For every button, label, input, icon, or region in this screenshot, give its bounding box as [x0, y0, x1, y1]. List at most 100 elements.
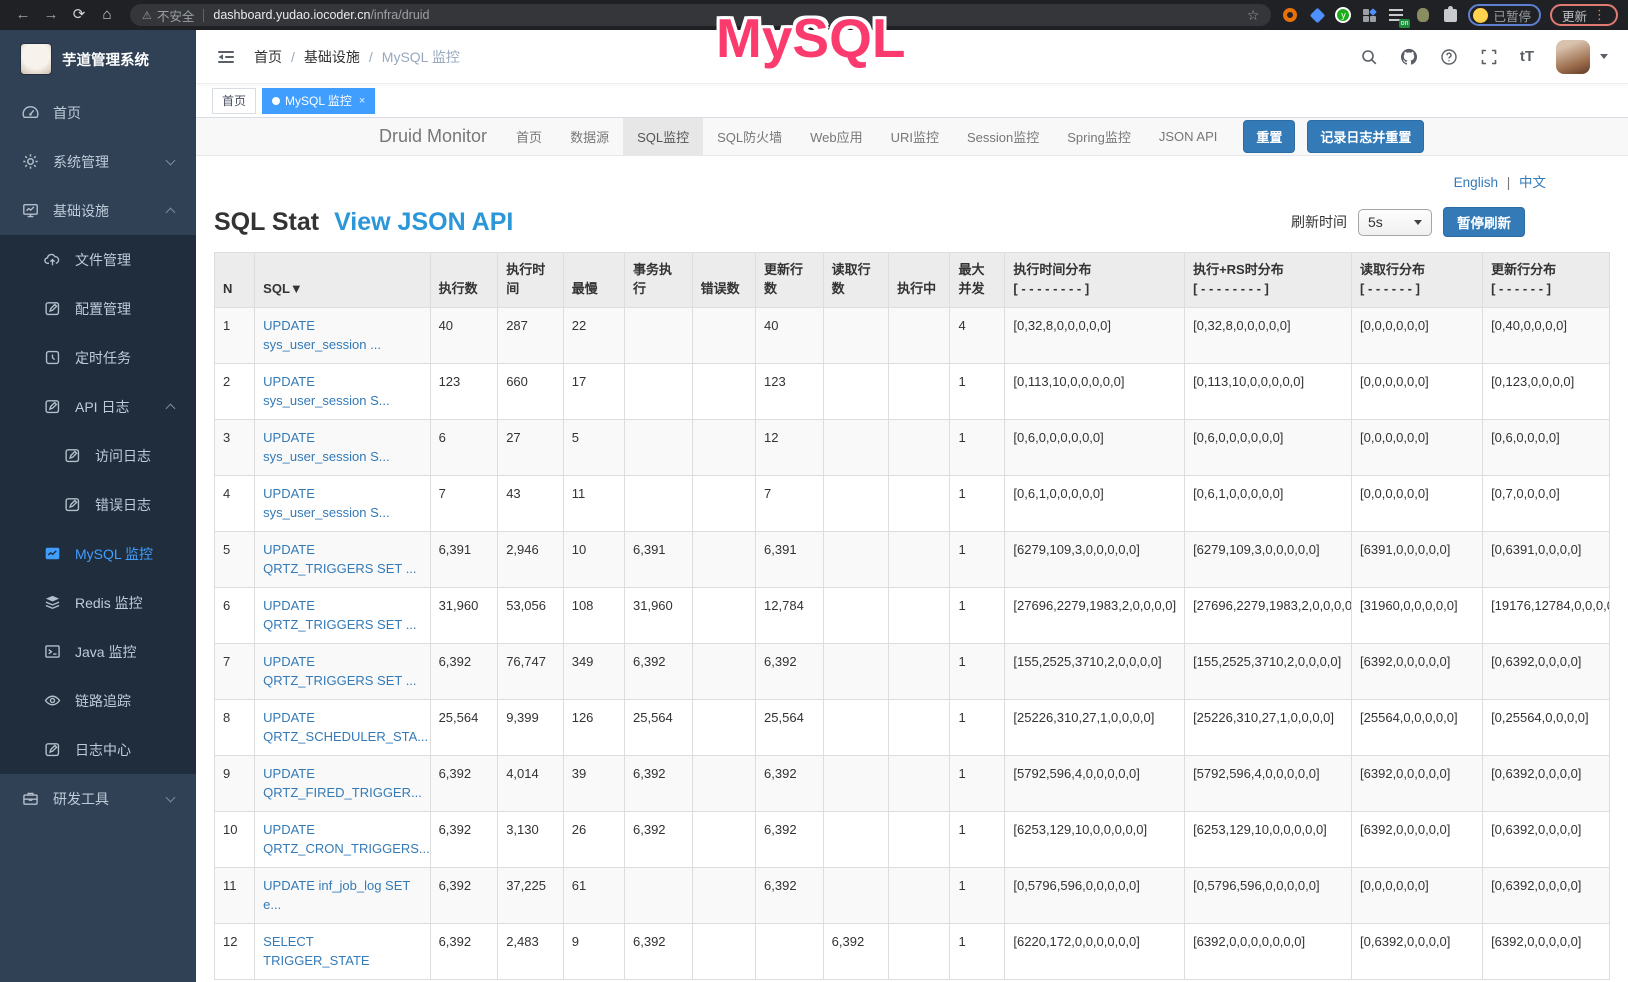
- druid-nav-datasource[interactable]: 数据源: [556, 118, 623, 155]
- app-logo[interactable]: 芋道管理系统: [0, 30, 196, 88]
- sql-link[interactable]: UPDATE inf_job_log SET e...: [263, 878, 410, 913]
- tab-mysql-monitor[interactable]: MySQL 监控 ×: [262, 88, 375, 114]
- extension-squares-icon[interactable]: [1360, 6, 1378, 24]
- github-icon[interactable]: [1400, 48, 1418, 66]
- column-header[interactable]: 执行时间: [498, 253, 564, 308]
- bookmark-star-icon[interactable]: ☆: [1247, 7, 1260, 24]
- breadcrumb-home[interactable]: 首页: [254, 47, 282, 67]
- browser-forward-icon[interactable]: →: [38, 0, 64, 30]
- druid-brand[interactable]: Druid Monitor: [364, 126, 502, 147]
- sidebar-item-java-monitor[interactable]: Java 监控: [0, 627, 196, 676]
- cell-time: 660: [498, 363, 564, 419]
- cell-d2: [0,113,10,0,0,0,0,0]: [1185, 363, 1352, 419]
- column-header[interactable]: 最慢: [563, 253, 624, 308]
- sidebar-item-error-log[interactable]: 错误日志: [0, 480, 196, 529]
- column-header[interactable]: 执行中: [889, 253, 950, 308]
- log-and-reset-button[interactable]: 记录日志并重置: [1307, 120, 1424, 153]
- column-header[interactable]: 执行+RS时分布[ - - - - - - - - ]: [1185, 253, 1352, 308]
- sidebar-item-mysql-monitor[interactable]: MySQL 监控: [0, 529, 196, 578]
- lang-chinese-link[interactable]: 中文: [1519, 175, 1546, 190]
- column-header[interactable]: 事务执行: [625, 253, 693, 308]
- column-header[interactable]: 读取行数: [823, 253, 889, 308]
- cell-d1: [6253,129,10,0,0,0,0,0]: [1005, 811, 1185, 867]
- sidebar-item-file-management[interactable]: 文件管理: [0, 235, 196, 284]
- column-header[interactable]: SQL▼: [255, 253, 430, 308]
- sidebar-item-home[interactable]: 首页: [0, 88, 196, 137]
- druid-nav-sql-firewall[interactable]: SQL防火墙: [703, 118, 796, 155]
- sidebar-item-config-management[interactable]: 配置管理: [0, 284, 196, 333]
- extensions-puzzle-icon[interactable]: [1441, 6, 1459, 24]
- sql-link[interactable]: UPDATE QRTZ_TRIGGERS SET ...: [263, 542, 416, 577]
- column-header[interactable]: 最大并发: [950, 253, 1005, 308]
- address-bar[interactable]: ⚠ 不安全 dashboard.yudao.iocoder.cn/infra/d…: [130, 4, 1271, 26]
- refresh-interval-select[interactable]: 5s: [1358, 209, 1432, 236]
- cell-conc: 1: [950, 811, 1005, 867]
- avatar-caret-down-icon[interactable]: [1600, 54, 1608, 59]
- pause-refresh-button[interactable]: 暂停刷新: [1443, 207, 1525, 237]
- sql-link[interactable]: UPDATE QRTZ_SCHEDULER_STA...: [263, 710, 428, 745]
- browser-home-icon[interactable]: ⌂: [94, 0, 120, 30]
- user-avatar[interactable]: [1556, 40, 1590, 74]
- druid-nav-spring-monitor[interactable]: Spring监控: [1053, 118, 1145, 155]
- sql-link[interactable]: UPDATE QRTZ_TRIGGERS SET ...: [263, 598, 416, 633]
- extension-list-icon[interactable]: on: [1387, 6, 1405, 24]
- font-size-icon[interactable]: tT: [1520, 48, 1534, 65]
- druid-nav-home[interactable]: 首页: [502, 118, 556, 155]
- help-icon[interactable]: [1440, 48, 1458, 66]
- lang-english-link[interactable]: English: [1454, 175, 1498, 190]
- cell-n: 10: [215, 811, 255, 867]
- profile-chip[interactable]: 已暂停: [1468, 4, 1541, 26]
- extension-monkey-icon[interactable]: [1414, 6, 1432, 24]
- browser-back-icon[interactable]: ←: [10, 0, 36, 30]
- column-header[interactable]: 执行数: [430, 253, 498, 308]
- sidebar-item-log-center[interactable]: 日志中心: [0, 725, 196, 774]
- sidebar-item-infrastructure[interactable]: 基础设施: [0, 186, 196, 235]
- extension-gem-icon[interactable]: [1308, 6, 1326, 24]
- cell-d2: [0,32,8,0,0,0,0,0]: [1185, 307, 1352, 363]
- cell-d1: [0,32,8,0,0,0,0,0]: [1005, 307, 1185, 363]
- column-header[interactable]: 错误数: [692, 253, 755, 308]
- column-header[interactable]: N: [215, 253, 255, 308]
- column-header[interactable]: 更新行分布[ - - - - - - ]: [1483, 253, 1610, 308]
- reset-button[interactable]: 重置: [1243, 120, 1295, 153]
- sql-link[interactable]: UPDATE QRTZ_FIRED_TRIGGER...: [263, 766, 422, 801]
- druid-nav-uri-monitor[interactable]: URI监控: [877, 118, 953, 155]
- cell-err: [692, 811, 755, 867]
- search-icon[interactable]: [1360, 48, 1378, 66]
- sql-link[interactable]: UPDATE QRTZ_TRIGGERS SET ...: [263, 654, 416, 689]
- sidebar-item-tracing[interactable]: 链路追踪: [0, 676, 196, 725]
- breadcrumb-infrastructure[interactable]: 基础设施: [304, 47, 360, 67]
- sidebar-item-access-log[interactable]: 访问日志: [0, 431, 196, 480]
- column-header[interactable]: 更新行数: [756, 253, 824, 308]
- tab-close-icon[interactable]: ×: [359, 95, 365, 107]
- sidebar-item-api-logs[interactable]: API 日志: [0, 382, 196, 431]
- druid-nav-web-app[interactable]: Web应用: [796, 118, 877, 155]
- view-json-api-link[interactable]: View JSON API: [334, 208, 513, 236]
- hamburger-icon[interactable]: [216, 47, 236, 67]
- not-secure-label[interactable]: 不安全: [157, 6, 195, 25]
- browser-menu-icon[interactable]: ⋮: [1593, 7, 1606, 23]
- extension-donut-icon[interactable]: [1281, 6, 1299, 24]
- druid-nav-json-api[interactable]: JSON API: [1145, 118, 1232, 155]
- column-header[interactable]: 执行时间分布[ - - - - - - - - ]: [1005, 253, 1185, 308]
- sql-link[interactable]: UPDATE sys_user_session ...: [263, 318, 381, 353]
- sql-link[interactable]: UPDATE sys_user_session S...: [263, 486, 389, 521]
- sql-link[interactable]: UPDATE sys_user_session S...: [263, 374, 389, 409]
- sql-link[interactable]: UPDATE sys_user_session S...: [263, 430, 389, 465]
- sidebar-item-system-management[interactable]: 系统管理: [0, 137, 196, 186]
- dashboard-icon: [22, 104, 39, 121]
- extension-green-icon[interactable]: y: [1335, 7, 1351, 23]
- cell-d4: [19176,12784,0,0,0,0]: [1483, 587, 1610, 643]
- sidebar-item-dev-tools[interactable]: 研发工具: [0, 774, 196, 823]
- browser-update-button[interactable]: 更新 ⋮: [1550, 4, 1618, 26]
- column-header[interactable]: 读取行分布[ - - - - - - ]: [1352, 253, 1483, 308]
- sidebar-item-redis-monitor[interactable]: Redis 监控: [0, 578, 196, 627]
- sql-link[interactable]: SELECT TRIGGER_STATE: [263, 934, 369, 969]
- druid-nav-sql-monitor[interactable]: SQL监控: [623, 118, 703, 155]
- druid-nav-session-monitor[interactable]: Session监控: [953, 118, 1053, 155]
- fullscreen-icon[interactable]: [1480, 48, 1498, 66]
- sidebar-item-scheduled-jobs[interactable]: 定时任务: [0, 333, 196, 382]
- sql-link[interactable]: UPDATE QRTZ_CRON_TRIGGERS...: [263, 822, 430, 857]
- browser-reload-icon[interactable]: ⟳: [66, 0, 92, 30]
- tab-home[interactable]: 首页: [212, 88, 256, 114]
